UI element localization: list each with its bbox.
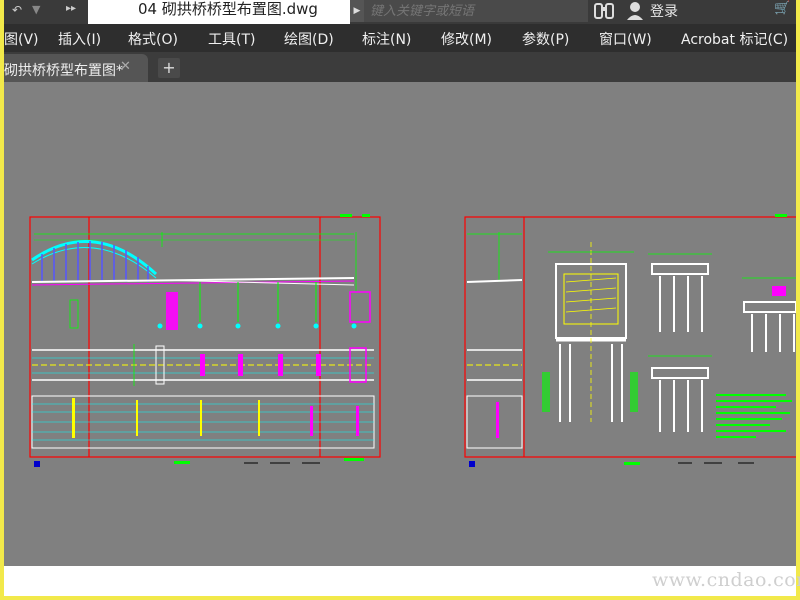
search-expand-icon[interactable]: ▶ [350,0,364,22]
menu-draw[interactable]: 绘图(D) [284,29,334,49]
quick-access-icon[interactable]: ↶ [12,3,22,17]
close-icon[interactable]: ✕ [120,59,131,74]
login-link[interactable]: 登录 [650,1,678,21]
sheet-right [464,214,796,467]
document-title: 04 砌拱桥桥型布置图.dwg [88,0,350,24]
watermark: www.cndao.com [652,569,800,591]
menu-view[interactable]: 图(V) [4,29,39,49]
quick-access-icon[interactable]: ▼ [32,3,40,16]
quick-access-toolbar: ↶ ▼ ▸▸ [4,0,88,24]
binoculars-icon[interactable] [594,2,614,20]
drawing-canvas[interactable] [4,82,796,566]
search-box: ▶ [350,0,590,22]
cart-icon[interactable]: 🛒 [774,1,790,16]
menu-tools[interactable]: 工具(T) [208,29,255,49]
expand-icon[interactable]: ▸▸ [66,3,76,14]
user-icon[interactable] [626,1,644,21]
detail-far-right [742,277,796,352]
menu-insert[interactable]: 插入(I) [58,29,101,49]
file-tab-bar: 砌拱桥桥型布置图* ✕ + [4,52,796,82]
menu-acrobat[interactable]: Acrobat 标记(C) [681,29,788,49]
detail-bottom-right [648,355,712,432]
sheet-left [29,214,381,467]
plus-icon[interactable]: + [158,58,180,78]
menu-window[interactable]: 窗口(W) [599,29,652,49]
menu-dimension[interactable]: 标注(N) [362,29,411,49]
cad-drawing [29,214,796,467]
menu-format[interactable]: 格式(O) [128,29,178,49]
app-window: ↶ ▼ ▸▸ 04 砌拱桥桥型布置图.dwg ▶ 登录 🛒 图(V) 插入(I)… [4,0,796,596]
menu-modify[interactable]: 修改(M) [441,29,492,49]
menu-bar: 图(V) 插入(I) 格式(O) 工具(T) 绘图(D) 标注(N) 修改(M)… [4,24,796,52]
search-input[interactable] [364,0,588,22]
tab-label: 砌拱桥桥型布置图* [4,63,123,79]
title-bar: ↶ ▼ ▸▸ 04 砌拱桥桥型布置图.dwg ▶ 登录 🛒 [4,0,796,24]
detail-top-right [648,253,712,332]
tab-drawing[interactable]: 砌拱桥桥型布置图* ✕ [4,54,148,82]
menu-parametric[interactable]: 参数(P) [522,29,569,49]
